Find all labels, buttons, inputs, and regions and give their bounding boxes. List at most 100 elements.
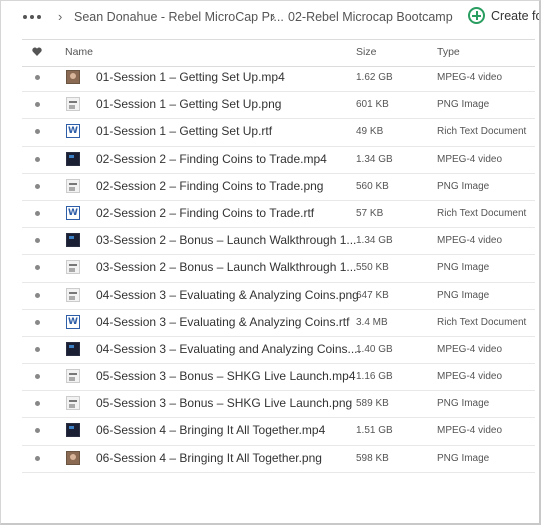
file-thumbnail-icon — [66, 70, 80, 84]
file-row[interactable]: 04-Session 3 – Evaluating and Analyzing … — [22, 337, 535, 365]
file-browser-window: › Sean Donahue - Rebel MicroCap Pr... › … — [0, 0, 541, 525]
file-size: 589 KB — [356, 398, 389, 410]
file-type: MPEG-4 video — [437, 235, 503, 247]
file-thumbnail-icon — [66, 423, 80, 438]
file-thumbnail-icon: W — [66, 124, 80, 139]
column-name-header[interactable]: Name — [65, 46, 93, 58]
file-thumbnail-icon — [66, 396, 80, 411]
heart-icon[interactable] — [32, 47, 42, 56]
file-type: PNG Image — [437, 289, 490, 301]
file-name[interactable]: 02-Session 2 – Finding Coins to Trade.mp… — [96, 152, 327, 166]
file-size: 550 KB — [356, 262, 389, 274]
bullet-icon — [35, 292, 40, 298]
bullet-icon — [35, 183, 40, 189]
file-type: Rich Text Document — [437, 207, 527, 219]
file-name[interactable]: 01-Session 1 – Getting Set Up.mp4 — [96, 70, 285, 84]
file-size: 1.16 GB — [356, 371, 393, 383]
bullet-icon — [35, 401, 40, 407]
column-type-header[interactable]: Type — [437, 46, 460, 58]
file-type: MPEG-4 video — [437, 153, 503, 165]
file-row[interactable]: 02-Session 2 – Finding Coins to Trade.mp… — [22, 147, 535, 174]
bullet-icon — [35, 265, 40, 271]
file-size: 1.34 GB — [356, 235, 393, 247]
file-type: PNG Image — [437, 99, 490, 111]
file-name[interactable]: 04-Session 3 – Evaluating & Analyzing Co… — [96, 288, 359, 302]
bullet-icon — [35, 319, 40, 325]
file-size: 601 KB — [356, 99, 389, 111]
file-type: PNG Image — [437, 180, 490, 192]
file-size: 1.40 GB — [356, 343, 393, 355]
file-row[interactable]: 06-Session 4 – Bringing It All Together.… — [22, 418, 535, 446]
file-type: PNG Image — [437, 262, 490, 274]
bullet-icon — [35, 210, 40, 216]
file-row[interactable]: 06-Session 4 – Bringing It All Together.… — [22, 446, 535, 473]
file-row[interactable]: W 04-Session 3 – Evaluating & Analyzing C… — [22, 310, 535, 337]
file-thumbnail-icon — [66, 97, 80, 112]
file-name[interactable]: 04-Session 3 – Evaluating & Analyzing Co… — [96, 315, 349, 329]
more-options-icon[interactable] — [23, 10, 45, 24]
chevron-right-icon: › — [58, 9, 63, 24]
file-thumbnail-icon — [66, 369, 80, 384]
file-type: Rich Text Document — [437, 316, 527, 328]
file-name[interactable]: 02-Session 2 – Finding Coins to Trade.rt… — [96, 206, 314, 220]
file-name[interactable]: 05-Session 3 – Bonus – SHKG Live Launch.… — [96, 369, 356, 383]
bullet-icon — [35, 129, 40, 135]
file-thumbnail-icon — [66, 450, 80, 465]
file-thumbnail-icon — [66, 233, 80, 248]
file-thumbnail-icon: W — [66, 314, 80, 329]
file-size: 3.4 MB — [356, 316, 388, 328]
file-thumbnail-icon — [66, 341, 80, 356]
breadcrumb-item-current[interactable]: 02-Rebel Microcap Bootcamp — [288, 10, 453, 24]
file-thumbnail-icon: W — [66, 205, 80, 220]
file-size: 57 KB — [356, 207, 384, 219]
file-type: Rich Text Document — [437, 126, 527, 138]
file-name[interactable]: 03-Session 2 – Bonus – Launch Walkthroug… — [96, 233, 356, 247]
file-row[interactable]: 05-Session 3 – Bonus – SHKG Live Launch.… — [22, 391, 535, 419]
file-name[interactable]: 04-Session 3 – Evaluating and Analyzing … — [96, 342, 361, 356]
file-row[interactable]: W 01-Session 1 – Getting Set Up.rtf 49 KB R… — [22, 119, 535, 147]
create-folder-label: Create fo — [491, 8, 541, 23]
file-name[interactable]: 06-Session 4 – Bringing It All Together.… — [96, 423, 325, 437]
bullet-icon — [35, 102, 40, 108]
file-list: 01-Session 1 – Getting Set Up.mp4 1.62 GB… — [22, 65, 535, 473]
file-thumbnail-icon — [66, 260, 80, 275]
file-row[interactable]: W 02-Session 2 – Finding Coins to Trade.r… — [22, 201, 535, 229]
plus-circle-icon — [468, 7, 485, 24]
file-name[interactable]: 01-Session 1 – Getting Set Up.png — [96, 97, 281, 111]
file-name[interactable]: 02-Session 2 – Finding Coins to Trade.pn… — [96, 179, 323, 193]
file-thumbnail-icon — [66, 287, 80, 302]
file-row[interactable]: 01-Session 1 – Getting Set Up.mp4 1.62 GB… — [22, 65, 535, 93]
file-type: MPEG-4 video — [437, 343, 503, 355]
file-name[interactable]: 01-Session 1 – Getting Set Up.rtf — [96, 124, 272, 138]
bullet-icon — [35, 346, 40, 352]
file-type: PNG Image — [437, 452, 490, 464]
file-row[interactable]: 03-Session 2 – Bonus – Launch Walkthroug… — [22, 228, 535, 256]
file-size: 1.62 GB — [356, 72, 393, 83]
column-size-header[interactable]: Size — [356, 46, 376, 58]
file-type: MPEG-4 video — [437, 371, 503, 383]
file-row[interactable]: 02-Session 2 – Finding Coins to Trade.pn… — [22, 174, 535, 201]
file-thumbnail-icon — [66, 178, 80, 193]
file-type: PNG Image — [437, 398, 490, 410]
chevron-right-icon: › — [271, 9, 276, 24]
file-row[interactable]: 04-Session 3 – Evaluating & Analyzing Co… — [22, 283, 535, 310]
bullet-icon — [35, 75, 40, 80]
file-type: MPEG-4 video — [437, 425, 503, 437]
file-name[interactable]: 05-Session 3 – Bonus – SHKG Live Launch.… — [96, 396, 352, 410]
file-size: 1.51 GB — [356, 425, 393, 437]
breadcrumb: › Sean Donahue - Rebel MicroCap Pr... › … — [1, 1, 539, 35]
column-header: Name Size Type — [22, 39, 535, 67]
file-row[interactable]: 03-Session 2 – Bonus – Launch Walkthroug… — [22, 255, 535, 283]
file-size: 560 KB — [356, 180, 389, 192]
file-name[interactable]: 03-Session 2 – Bonus – Launch Walkthroug… — [96, 260, 356, 274]
bullet-icon — [35, 374, 40, 380]
bullet-icon — [35, 428, 40, 434]
file-row[interactable]: 05-Session 3 – Bonus – SHKG Live Launch.… — [22, 364, 535, 392]
file-size: 49 KB — [356, 126, 384, 138]
file-row[interactable]: 01-Session 1 – Getting Set Up.png 601 KB P… — [22, 92, 535, 120]
file-name[interactable]: 06-Session 4 – Bringing It All Together.… — [96, 451, 322, 465]
file-size: 598 KB — [356, 452, 389, 464]
create-folder-button[interactable]: Create fo — [468, 7, 541, 24]
bullet-icon — [35, 238, 40, 244]
breadcrumb-item-parent[interactable]: Sean Donahue - Rebel MicroCap Pr... — [74, 10, 284, 24]
